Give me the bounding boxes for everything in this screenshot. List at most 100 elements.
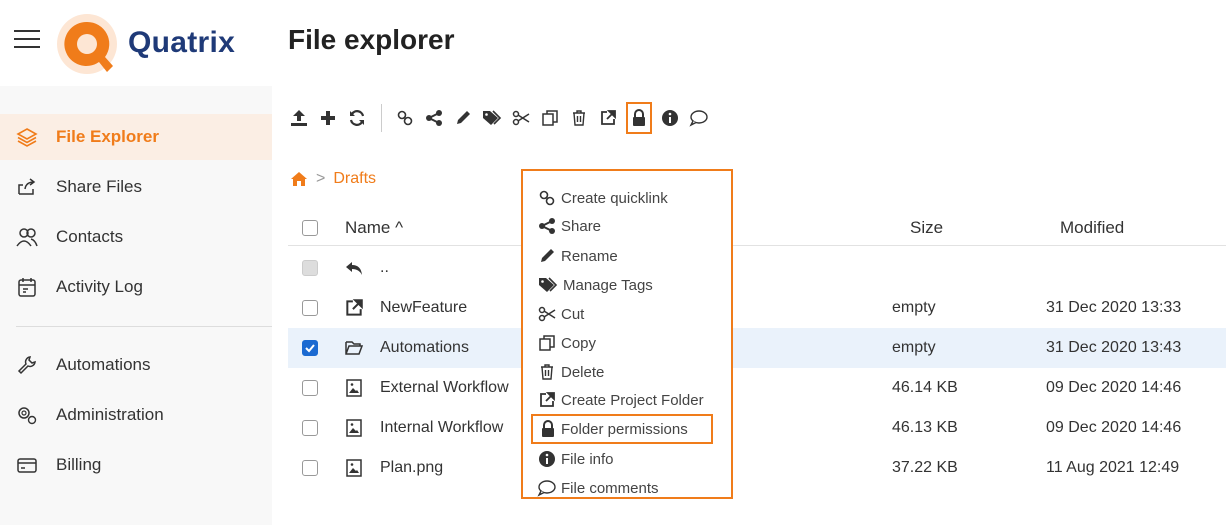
row-size: empty [892,299,936,316]
row-checkbox[interactable] [302,300,318,316]
row-checkbox [302,260,318,276]
gears-icon [18,407,37,425]
quatrix-logo-icon[interactable] [56,12,118,78]
row-size: 46.13 KB [892,419,958,436]
menu-item-folder-permissions[interactable]: Folder permissions [531,414,713,444]
copy-icon[interactable] [539,107,561,129]
row-name[interactable]: Internal Workflow [380,419,503,437]
row-checkbox[interactable] [302,460,318,476]
menu-item-share[interactable]: Share [537,213,601,239]
column-header-size[interactable]: Size [910,218,943,238]
row-modified: 31 Dec 2020 13:33 [1046,299,1182,316]
comment-icon [537,480,556,497]
column-header-modified[interactable]: Modified [1060,218,1124,238]
menu-item-label: Share [561,217,602,235]
checkmark-icon [305,344,315,353]
image-file-icon [346,459,362,477]
table-row[interactable]: Internal Workflow 46.13 KB 09 Dec 2020 1… [288,408,1226,448]
menu-item-file-info[interactable]: File info [537,446,614,472]
menu-item-label: File info [561,450,614,468]
sidebar-item-activity-log[interactable]: Activity Log [0,264,272,310]
link-icon[interactable] [394,107,416,129]
row-name: .. [380,259,389,276]
contacts-icon [16,228,38,247]
breadcrumb-drafts[interactable]: Drafts [333,170,376,188]
copy-icon [539,335,555,351]
menu-item-create-project-folder[interactable]: Create Project Folder [537,387,704,413]
table-row-parent[interactable]: .. [288,248,1226,288]
sidebar-item-automations[interactable]: Automations [0,342,272,388]
menu-item-rename[interactable]: Rename [537,243,618,269]
lock-icon[interactable] [626,102,652,134]
menu-item-label: Manage Tags [563,276,653,294]
row-name[interactable]: External Workflow [380,379,509,397]
breadcrumb-separator: > [316,170,326,187]
sidebar-item-contacts[interactable]: Contacts [0,214,272,260]
sidebar-item-file-explorer[interactable]: File Explorer [0,114,272,160]
pencil-icon [541,249,554,262]
menu-item-copy[interactable]: Copy [537,330,596,356]
menu-item-label: Delete [561,363,605,381]
pencil-icon[interactable] [452,107,474,129]
menu-item-file-comments[interactable]: File comments [537,475,659,501]
share-icon [539,218,555,234]
sidebar-item-label: Contacts [56,227,124,246]
menu-item-manage-tags[interactable]: Manage Tags [537,272,653,298]
sidebar-item-share-files[interactable]: Share Files [0,164,272,210]
sidebar: File Explorer Share Files Contacts Activ… [0,86,272,525]
plus-icon[interactable] [317,107,339,129]
upload-icon[interactable] [288,107,310,129]
row-size: 37.22 KB [892,459,958,476]
info-icon [539,451,555,467]
reply-icon [346,262,362,275]
table-row[interactable]: Plan.png 37.22 KB 11 Aug 2021 12:49 [288,448,1226,488]
sidebar-item-billing[interactable]: Billing [0,442,272,488]
image-file-icon [346,379,362,397]
external-share-icon [540,392,555,407]
folder-open-icon [345,341,364,355]
row-name[interactable]: NewFeature [380,299,467,317]
info-icon[interactable] [659,107,681,129]
share-icon [18,178,36,195]
row-modified: 31 Dec 2020 13:43 [1046,339,1182,356]
app-name[interactable]: Quatrix [128,26,235,60]
page-title: File explorer [288,24,455,55]
table-row[interactable]: NewFeature empty 31 Dec 2020 13:33 [288,288,1226,328]
row-checkbox[interactable] [302,380,318,396]
toolbar-divider [381,104,382,132]
external-share-icon [346,299,363,316]
tags-icon [539,277,558,292]
row-checkbox[interactable] [302,420,318,436]
sidebar-item-administration[interactable]: Administration [0,392,272,438]
comment-icon[interactable] [688,107,710,129]
link-icon [539,190,555,206]
column-header-name[interactable]: Name ^ [345,218,403,238]
menu-item-create-quicklink[interactable]: Create quicklink [537,185,668,211]
menu-item-label: Copy [561,334,597,352]
image-file-icon [346,419,362,437]
menu-item-label: Create quicklink [561,189,668,207]
sidebar-divider [16,326,272,327]
scissors-icon[interactable] [510,107,532,129]
select-all-checkbox[interactable] [302,220,318,236]
external-share-icon[interactable] [597,107,619,129]
tags-icon[interactable] [481,107,503,129]
table-row[interactable]: Automations empty 31 Dec 2020 13:43 [288,328,1226,368]
row-checkbox[interactable] [302,340,318,356]
row-name[interactable]: Automations [380,339,469,357]
trash-icon [541,364,553,380]
menu-item-delete[interactable]: Delete [537,359,604,385]
table-row[interactable]: External Workflow 46.14 KB 09 Dec 2020 1… [288,368,1226,408]
refresh-icon[interactable] [346,107,368,129]
hamburger-menu-icon[interactable] [14,30,40,50]
row-name[interactable]: Plan.png [380,459,443,477]
sidebar-item-label: Activity Log [56,277,143,296]
trash-icon[interactable] [568,107,590,129]
menu-item-cut[interactable]: Cut [537,301,584,327]
row-size: empty [892,339,936,356]
layers-icon [16,128,38,147]
toolbar [288,102,717,134]
menu-item-label: Folder permissions [561,420,688,438]
share-icon[interactable] [423,107,445,129]
home-icon[interactable] [290,171,308,187]
